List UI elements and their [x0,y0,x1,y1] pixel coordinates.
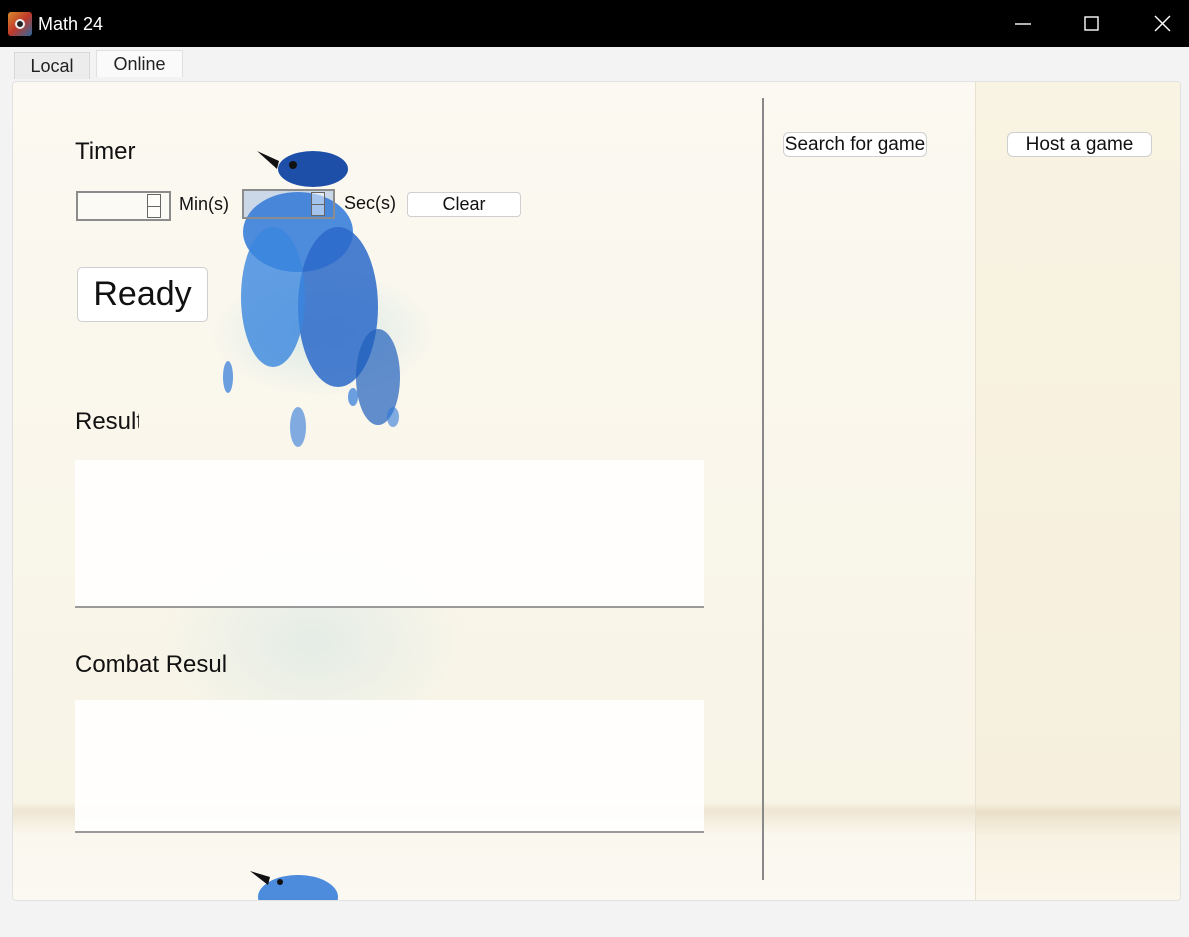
tab-online[interactable]: Online [96,50,183,77]
host-a-game-button[interactable]: Host a game [1007,132,1152,157]
vertical-divider[interactable] [762,98,764,880]
close-icon [1154,15,1171,32]
window-title: Math 24 [38,14,104,34]
minimize-button[interactable] [988,0,1058,47]
combat-result-label: Combat Result [75,651,227,678]
ready-button[interactable]: Ready [77,267,208,322]
minimize-icon [1015,23,1031,25]
search-for-game-button[interactable]: Search for game [783,132,927,157]
maximize-icon [1084,16,1099,31]
app-icon [8,12,32,36]
minutes-spin-arrows[interactable] [147,194,161,218]
bird-illustration-bottom [250,871,338,900]
maximize-button[interactable] [1057,0,1127,47]
clear-button[interactable]: Clear [407,192,521,217]
combat-result-textbox[interactable] [75,700,704,833]
timer-label: Timer [75,138,136,165]
close-button[interactable] [1127,0,1189,47]
result-label: Result [75,408,139,435]
result-textbox[interactable] [75,460,704,608]
seconds-unit-label: Sec(s) [344,193,397,213]
minutes-spinbox[interactable] [76,191,171,221]
minutes-unit-label: Min(s) [179,194,229,214]
tab-local[interactable]: Local [14,52,90,79]
background-image-panel [975,82,1180,900]
seconds-spin-arrows[interactable] [311,192,325,216]
seconds-spinbox[interactable] [242,189,335,219]
tab-content: Timer Min(s) Sec(s) Clear Ready Result C… [12,81,1181,901]
title-bar: Math 24 [0,0,1189,47]
